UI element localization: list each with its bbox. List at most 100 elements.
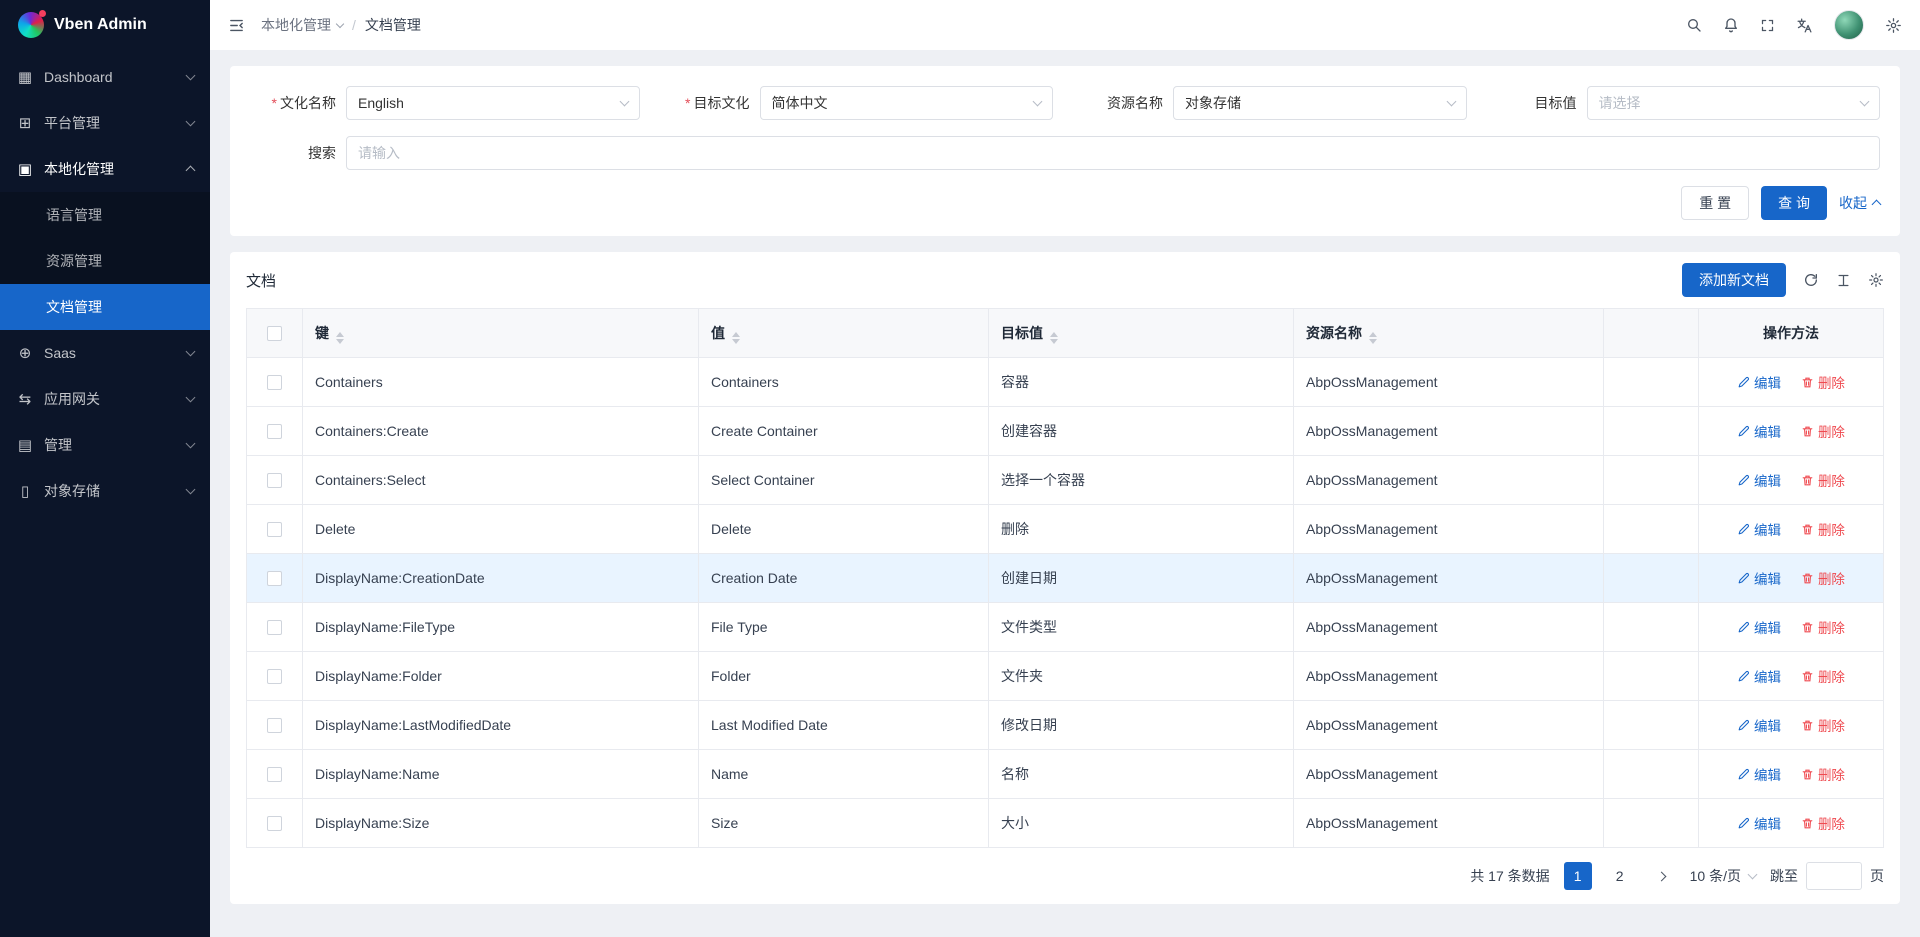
search-icon[interactable] — [1686, 17, 1702, 33]
delete-button[interactable]: 删除 — [1801, 764, 1845, 784]
breadcrumb-parent[interactable]: 本地化管理 — [261, 15, 343, 35]
next-page-button[interactable] — [1648, 862, 1676, 890]
sidebar-item-object-storage[interactable]: ▯ 对象存储 — [0, 468, 210, 514]
query-button[interactable]: 查 询 — [1761, 186, 1827, 220]
sidebar-item-gateway[interactable]: ⇆ 应用网关 — [0, 376, 210, 422]
sidebar-item-platform[interactable]: ⊞ 平台管理 — [0, 100, 210, 146]
delete-button[interactable]: 删除 — [1801, 813, 1845, 833]
culture-name-select[interactable]: English — [346, 86, 640, 120]
delete-button[interactable]: 删除 — [1801, 715, 1845, 735]
table-row[interactable]: DisplayName:FileType File Type 文件类型 AbpO… — [247, 603, 1884, 652]
settings-gear-icon[interactable] — [1885, 17, 1902, 34]
edit-button[interactable]: 编辑 — [1737, 764, 1781, 784]
sidebar-item-saas[interactable]: ⊕ Saas — [0, 330, 210, 376]
resource-name-select[interactable]: 对象存储 — [1173, 86, 1467, 120]
column-settings-gear-icon[interactable] — [1868, 272, 1884, 288]
translate-icon[interactable] — [1796, 17, 1813, 34]
sidebar-collapse-icon[interactable] — [228, 17, 245, 34]
cell-empty — [1604, 456, 1699, 505]
row-checkbox[interactable] — [267, 473, 282, 488]
cell-actions: 编辑 删除 — [1699, 358, 1884, 407]
cell-target: 容器 — [989, 358, 1294, 407]
sidebar-item-management[interactable]: ▤ 管理 — [0, 422, 210, 468]
table-row[interactable]: DisplayName:Name Name 名称 AbpOssManagemen… — [247, 750, 1884, 799]
row-checkbox[interactable] — [267, 522, 282, 537]
cell-key: Containers:Select — [303, 456, 699, 505]
row-checkbox[interactable] — [267, 816, 282, 831]
notification-bell-icon[interactable] — [1723, 17, 1739, 33]
table-row[interactable]: Delete Delete 删除 AbpOssManagement 编辑 — [247, 505, 1884, 554]
row-checkbox[interactable] — [267, 767, 282, 782]
sort-icon[interactable] — [1369, 332, 1377, 344]
sidebar-item-language-management[interactable]: 语言管理 — [0, 192, 210, 238]
delete-button[interactable]: 删除 — [1801, 421, 1845, 441]
row-checkbox[interactable] — [267, 424, 282, 439]
row-height-icon[interactable] — [1836, 273, 1851, 288]
sidebar-item-document-management[interactable]: 文档管理 — [0, 284, 210, 330]
row-checkbox[interactable] — [267, 620, 282, 635]
column-header-target[interactable]: 目标值 — [989, 309, 1294, 358]
cell-target: 删除 — [989, 505, 1294, 554]
delete-button[interactable]: 删除 — [1801, 470, 1845, 490]
target-value-select[interactable]: 请选择 — [1587, 86, 1881, 120]
refresh-icon[interactable] — [1803, 272, 1819, 288]
sidebar-item-resource-management[interactable]: 资源管理 — [0, 238, 210, 284]
cell-key: DisplayName:CreationDate — [303, 554, 699, 603]
sort-icon[interactable] — [336, 332, 344, 344]
edit-button[interactable]: 编辑 — [1737, 568, 1781, 588]
saas-icon: ⊕ — [16, 344, 34, 362]
edit-button[interactable]: 编辑 — [1737, 421, 1781, 441]
table-row[interactable]: Containers Containers 容器 AbpOssManagemen… — [247, 358, 1884, 407]
column-header-resource[interactable]: 资源名称 — [1294, 309, 1604, 358]
fullscreen-icon[interactable] — [1760, 18, 1775, 33]
edit-button[interactable]: 编辑 — [1737, 470, 1781, 490]
sort-icon[interactable] — [1050, 332, 1058, 344]
sidebar-item-dashboard[interactable]: ▦ Dashboard — [0, 54, 210, 100]
delete-button[interactable]: 删除 — [1801, 666, 1845, 686]
sidebar-menu: ▦ Dashboard ⊞ 平台管理 ▣ 本地化管理 语言管理 资源管理 — [0, 50, 210, 514]
table-row[interactable]: Containers:Select Select Container 选择一个容… — [247, 456, 1884, 505]
target-culture-select[interactable]: 简体中文 — [760, 86, 1054, 120]
select-all-checkbox[interactable] — [267, 326, 282, 341]
logo-icon — [18, 12, 44, 38]
edit-button[interactable]: 编辑 — [1737, 666, 1781, 686]
user-avatar[interactable] — [1834, 10, 1864, 40]
delete-button[interactable]: 删除 — [1801, 568, 1845, 588]
cell-resource: AbpOssManagement — [1294, 799, 1604, 848]
add-document-button[interactable]: 添加新文档 — [1682, 263, 1786, 297]
column-header-key[interactable]: 键 — [303, 309, 699, 358]
table-toolbar: 文档 添加新文档 — [246, 252, 1884, 308]
sort-icon[interactable] — [732, 332, 740, 344]
edit-button[interactable]: 编辑 — [1737, 617, 1781, 637]
edit-button[interactable]: 编辑 — [1737, 813, 1781, 833]
row-checkbox[interactable] — [267, 375, 282, 390]
search-input[interactable] — [346, 136, 1880, 170]
cell-empty — [1604, 505, 1699, 554]
collapse-filters-link[interactable]: 收起 — [1839, 193, 1880, 213]
page-button-1[interactable]: 1 — [1564, 862, 1592, 890]
app-logo[interactable]: Vben Admin — [0, 0, 210, 50]
edit-button[interactable]: 编辑 — [1737, 372, 1781, 392]
page-size-select[interactable]: 10 条/页 — [1690, 866, 1756, 886]
row-checkbox[interactable] — [267, 718, 282, 733]
localization-icon: ▣ — [16, 160, 34, 178]
delete-button[interactable]: 删除 — [1801, 519, 1845, 539]
edit-button[interactable]: 编辑 — [1737, 715, 1781, 735]
page-button-2[interactable]: 2 — [1606, 862, 1634, 890]
table-row[interactable]: DisplayName:LastModifiedDate Last Modifi… — [247, 701, 1884, 750]
table-row[interactable]: DisplayName:Size Size 大小 AbpOssManagemen… — [247, 799, 1884, 848]
table-row[interactable]: Containers:Create Create Container 创建容器 … — [247, 407, 1884, 456]
reset-button[interactable]: 重 置 — [1681, 186, 1749, 220]
column-header-value[interactable]: 值 — [699, 309, 989, 358]
target-value-label: 目标值 — [1491, 93, 1587, 113]
row-checkbox[interactable] — [267, 571, 282, 586]
edit-button[interactable]: 编辑 — [1737, 519, 1781, 539]
jump-page-input[interactable] — [1806, 862, 1862, 890]
sidebar-item-localization[interactable]: ▣ 本地化管理 — [0, 146, 210, 192]
delete-button[interactable]: 删除 — [1801, 617, 1845, 637]
table-row[interactable]: DisplayName:CreationDate Creation Date 创… — [247, 554, 1884, 603]
table-row[interactable]: DisplayName:Folder Folder 文件夹 AbpOssMana… — [247, 652, 1884, 701]
row-checkbox[interactable] — [267, 669, 282, 684]
chevron-down-icon — [619, 97, 629, 107]
delete-button[interactable]: 删除 — [1801, 372, 1845, 392]
